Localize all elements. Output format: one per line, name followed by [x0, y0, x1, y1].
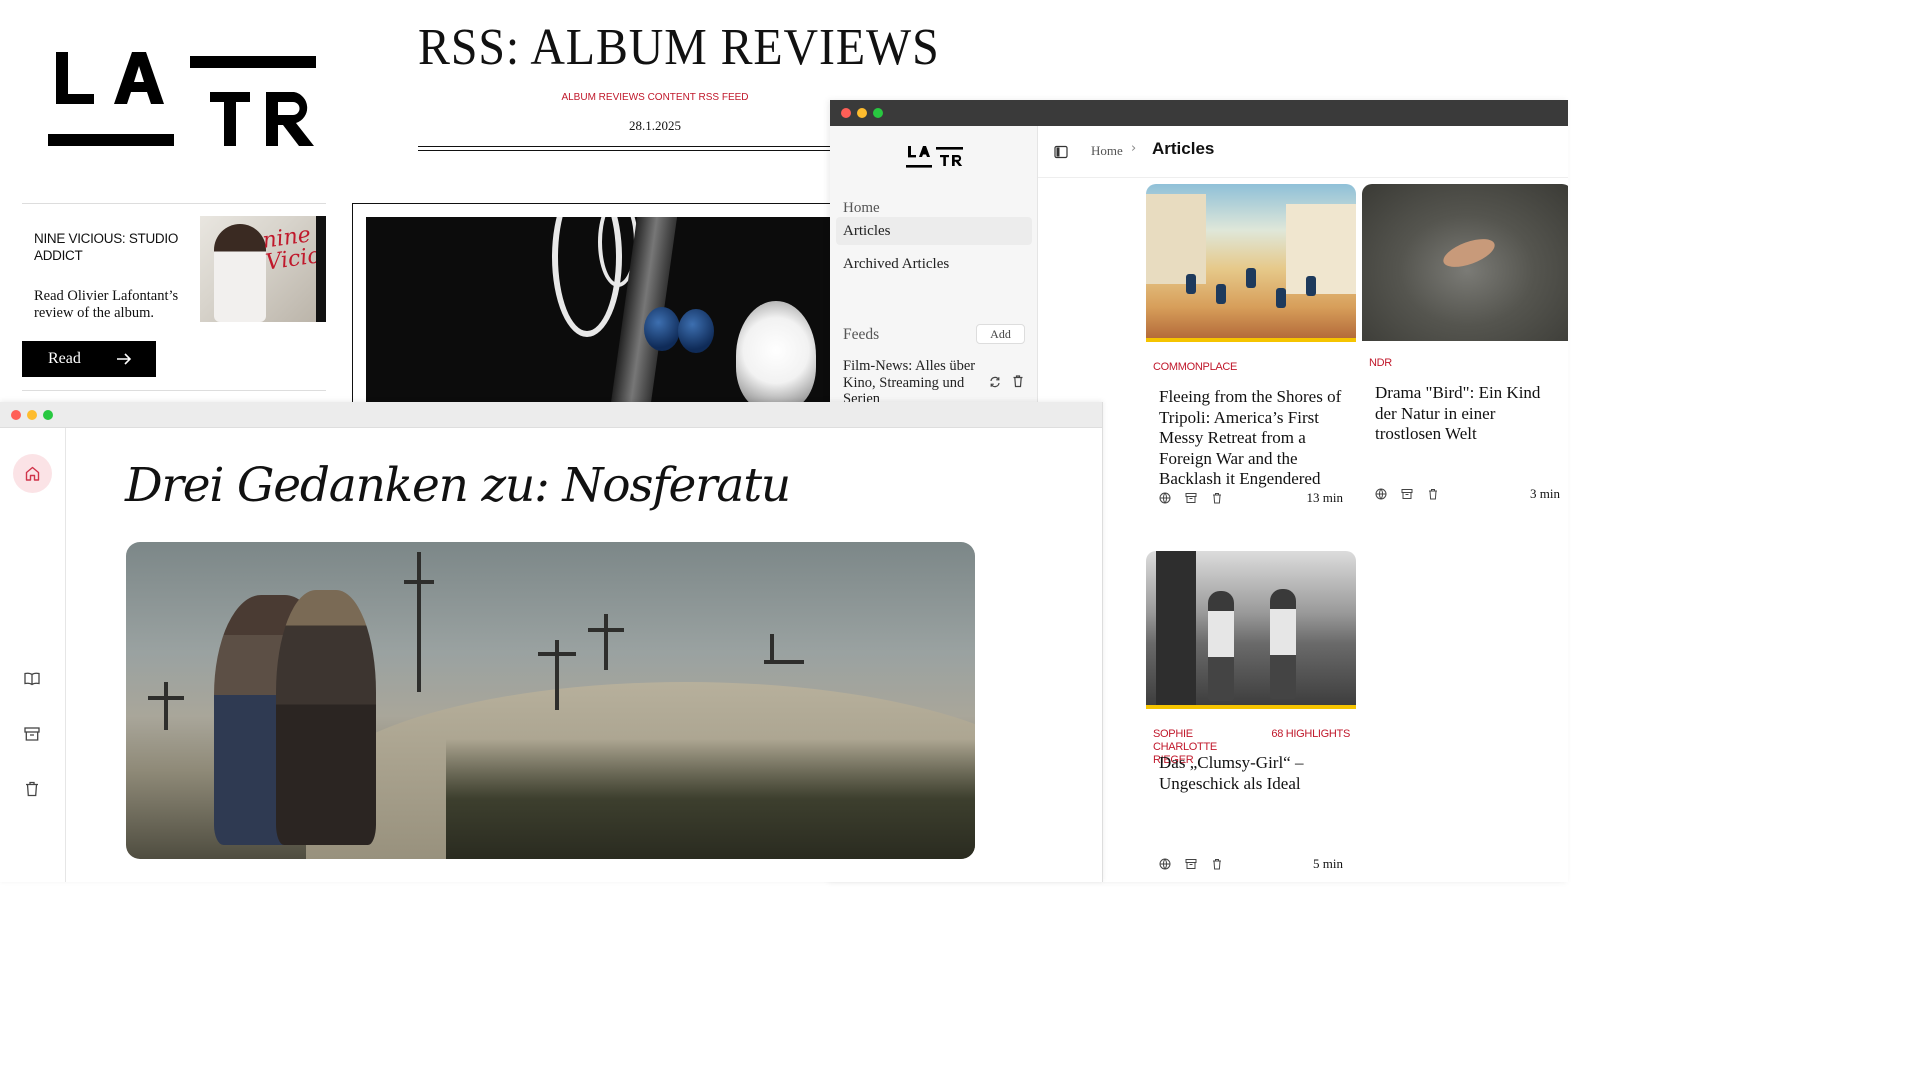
sidebar-item-articles[interactable]: Articles — [836, 217, 1032, 245]
trash-icon[interactable] — [1211, 858, 1223, 870]
page-title: RSS: ALBUM REVIEWS — [418, 19, 940, 76]
article-source: COMMONPLACE — [1153, 361, 1238, 373]
breadcrumb-separator: › — [1131, 141, 1137, 156]
latr-logo[interactable] — [48, 52, 320, 148]
globe-icon[interactable] — [1375, 488, 1387, 500]
read-time: 13 min — [1306, 490, 1343, 505]
article-reader-window: Drei Gedanken zu: Nosferatu — [0, 402, 1103, 882]
highlights-count: 68 HIGHLIGHTS — [1271, 728, 1350, 740]
sidebar-item-archived-articles[interactable]: Archived Articles — [836, 250, 1032, 278]
archive-icon[interactable] — [1185, 858, 1197, 870]
arrow-right-icon — [117, 353, 132, 365]
archive-icon[interactable] — [23, 725, 41, 743]
latr-logo[interactable] — [906, 146, 964, 168]
icon-rail — [0, 428, 66, 882]
globe-icon[interactable] — [1159, 858, 1171, 870]
book-icon[interactable] — [23, 670, 41, 688]
article-hero-image[interactable] — [126, 542, 975, 859]
read-time: 5 min — [1313, 856, 1343, 871]
breadcrumb-current: Articles — [1152, 139, 1215, 158]
home-icon — [25, 466, 40, 481]
article-heading: Drei Gedanken zu: Nosferatu — [125, 458, 791, 513]
close-window-button[interactable] — [11, 409, 21, 420]
minimize-window-button[interactable] — [27, 409, 37, 420]
close-window-button[interactable] — [841, 108, 851, 118]
review-text: Read Olivier Lafontant’s review of the a… — [34, 288, 179, 321]
article-title[interactable]: Das „Clumsy-Girl“ – Ungeschick als Ideal — [1159, 753, 1345, 794]
article-thumbnail[interactable] — [1146, 551, 1356, 709]
trash-icon[interactable] — [1211, 492, 1223, 504]
maximize-window-button[interactable] — [43, 409, 53, 420]
content-header: Home › Articles — [1038, 126, 1568, 178]
article-source: NDR — [1369, 357, 1392, 369]
article-card[interactable]: COMMONPLACE Fleeing from the Shores of T… — [1146, 184, 1356, 514]
trash-icon[interactable] — [23, 780, 41, 798]
minimize-window-button[interactable] — [857, 108, 867, 118]
article-title[interactable]: Drama "Bird": Ein Kind der Natur in eine… — [1375, 383, 1561, 445]
article-thumbnail[interactable] — [1146, 184, 1356, 342]
archive-icon[interactable] — [1401, 488, 1413, 500]
feed-item[interactable]: Film-News: Alles über Kino, Streaming un… — [843, 358, 981, 408]
article-thumbnail[interactable] — [1362, 184, 1568, 341]
add-feed-button[interactable]: Add — [976, 324, 1025, 344]
title-divider — [418, 146, 830, 151]
trash-icon[interactable] — [1427, 488, 1439, 500]
divider — [22, 203, 326, 204]
maximize-window-button[interactable] — [873, 108, 883, 118]
window-titlebar[interactable] — [830, 100, 1568, 126]
page-subtitle: ALBUM REVIEWS CONTENT RSS FEED — [561, 92, 749, 103]
hero-image[interactable] — [366, 217, 832, 403]
home-button[interactable] — [13, 454, 52, 493]
window-titlebar[interactable] — [0, 402, 1102, 428]
feeds-section-label: Feeds — [843, 326, 880, 343]
sidebar-toggle-icon[interactable] — [1054, 145, 1068, 159]
refresh-icon[interactable] — [988, 375, 1002, 389]
article-title[interactable]: Fleeing from the Shores of Tripoli: Amer… — [1159, 387, 1345, 490]
read-time: 3 min — [1530, 486, 1560, 501]
globe-icon[interactable] — [1159, 492, 1171, 504]
divider — [22, 390, 326, 391]
article-card[interactable]: NDR Drama "Bird": Ein Kind der Natur in … — [1362, 184, 1568, 514]
read-button-label: Read — [48, 350, 81, 367]
archive-icon[interactable] — [1185, 492, 1197, 504]
album-cover-image[interactable]: nine Viciou — [200, 216, 326, 322]
trash-icon[interactable] — [1011, 374, 1025, 388]
page-date: 28.1.2025 — [629, 118, 681, 133]
review-title[interactable]: NINE VICIOUS: STUDIO ADDICT — [34, 230, 194, 264]
read-button[interactable]: Read — [22, 341, 156, 377]
breadcrumb-home[interactable]: Home — [1091, 143, 1123, 159]
article-card[interactable]: SOPHIE CHARLOTTE RIEGER 68 HIGHLIGHTS Da… — [1146, 551, 1356, 881]
